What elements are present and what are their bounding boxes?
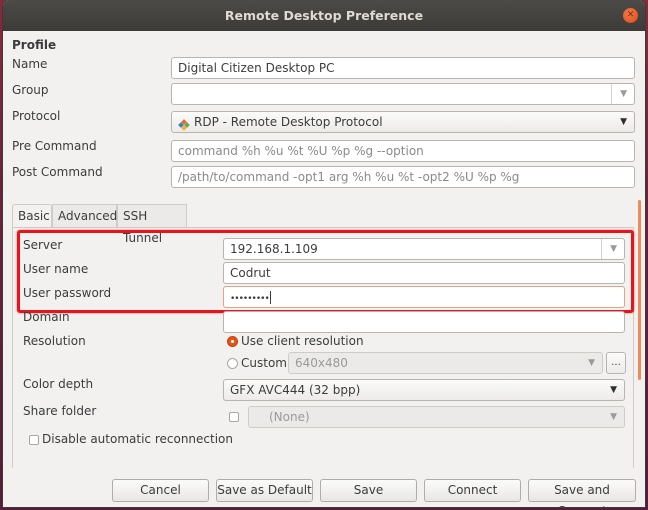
group-label: Group xyxy=(12,83,49,97)
protocol-label: Protocol xyxy=(12,109,61,123)
save-as-default-button[interactable]: Save as Default xyxy=(216,479,313,502)
title-bar[interactable]: Remote Desktop Preference ✕ xyxy=(3,0,645,31)
tab-basic[interactable]: Basic xyxy=(12,204,52,228)
color-depth-select[interactable]: GFX AVC444 (32 bpp) ▼ xyxy=(223,379,625,401)
color-depth-label: Color depth xyxy=(23,377,94,391)
cancel-button[interactable]: Cancel xyxy=(112,479,209,502)
radio-custom-resolution[interactable] xyxy=(227,358,238,369)
custom-resolution-combo[interactable]: 640x480 ▼ xyxy=(288,352,603,374)
tab-ssh-tunnel[interactable]: SSH Tunnel xyxy=(117,204,187,245)
combo-separator xyxy=(611,84,612,104)
share-folder-label: Share folder xyxy=(23,404,97,418)
chevron-down-icon: ▼ xyxy=(610,385,617,395)
chevron-down-icon[interactable]: ▼ xyxy=(620,84,627,104)
connect-button[interactable]: Connect xyxy=(424,479,521,502)
chevron-down-icon: ▼ xyxy=(588,358,595,368)
custom-resolution-value: 640x480 xyxy=(295,356,348,370)
save-and-connect-button[interactable]: Save and Connect xyxy=(528,479,636,507)
remote-desktop-preference-window: Remote Desktop Preference ✕ Profile Name… xyxy=(3,0,645,507)
highlight-box xyxy=(17,230,634,313)
rdp-plugin-icon xyxy=(178,117,190,131)
window-title: Remote Desktop Preference xyxy=(224,8,424,23)
share-folder-checkbox[interactable] xyxy=(229,412,239,422)
pre-command-input[interactable]: command %h %u %t %U %p %g --option xyxy=(171,140,635,162)
use-client-resolution-label[interactable]: Use client resolution xyxy=(241,334,364,348)
name-input[interactable]: Digital Citizen Desktop PC xyxy=(171,57,635,79)
scrollbar[interactable] xyxy=(638,200,641,380)
post-command-label: Post Command xyxy=(12,165,103,179)
protocol-value: RDP - Remote Desktop Protocol xyxy=(194,115,383,129)
save-button[interactable]: Save xyxy=(320,479,417,502)
disable-reconnect-checkbox[interactable] xyxy=(29,435,39,445)
group-combo[interactable]: ▼ xyxy=(171,83,635,105)
post-command-input[interactable]: /path/to/command -opt1 arg %h %u %t -opt… xyxy=(171,166,635,188)
chevron-down-icon: ▼ xyxy=(610,412,617,422)
custom-resolution-more-button[interactable]: ... xyxy=(606,352,626,374)
resolution-label: Resolution xyxy=(23,334,86,348)
chevron-down-icon: ▼ xyxy=(620,117,627,127)
share-folder-value: (None) xyxy=(269,410,310,424)
name-label: Name xyxy=(12,57,48,71)
radio-use-client-resolution[interactable] xyxy=(227,336,238,347)
domain-input[interactable] xyxy=(223,311,625,333)
custom-resolution-label[interactable]: Custom xyxy=(241,356,287,370)
close-icon[interactable]: ✕ xyxy=(623,8,638,23)
color-depth-value: GFX AVC444 (32 bpp) xyxy=(230,383,361,397)
domain-label: Domain xyxy=(23,310,70,324)
protocol-select[interactable]: RDP - Remote Desktop Protocol ▼ xyxy=(171,111,635,133)
disable-reconnect-label[interactable]: Disable automatic reconnection xyxy=(42,432,233,446)
tab-advanced[interactable]: Advanced xyxy=(52,204,117,228)
share-folder-select[interactable]: (None) ▼ xyxy=(248,406,625,428)
pre-command-label: Pre Command xyxy=(12,139,97,153)
profile-section-label: Profile xyxy=(12,38,57,52)
